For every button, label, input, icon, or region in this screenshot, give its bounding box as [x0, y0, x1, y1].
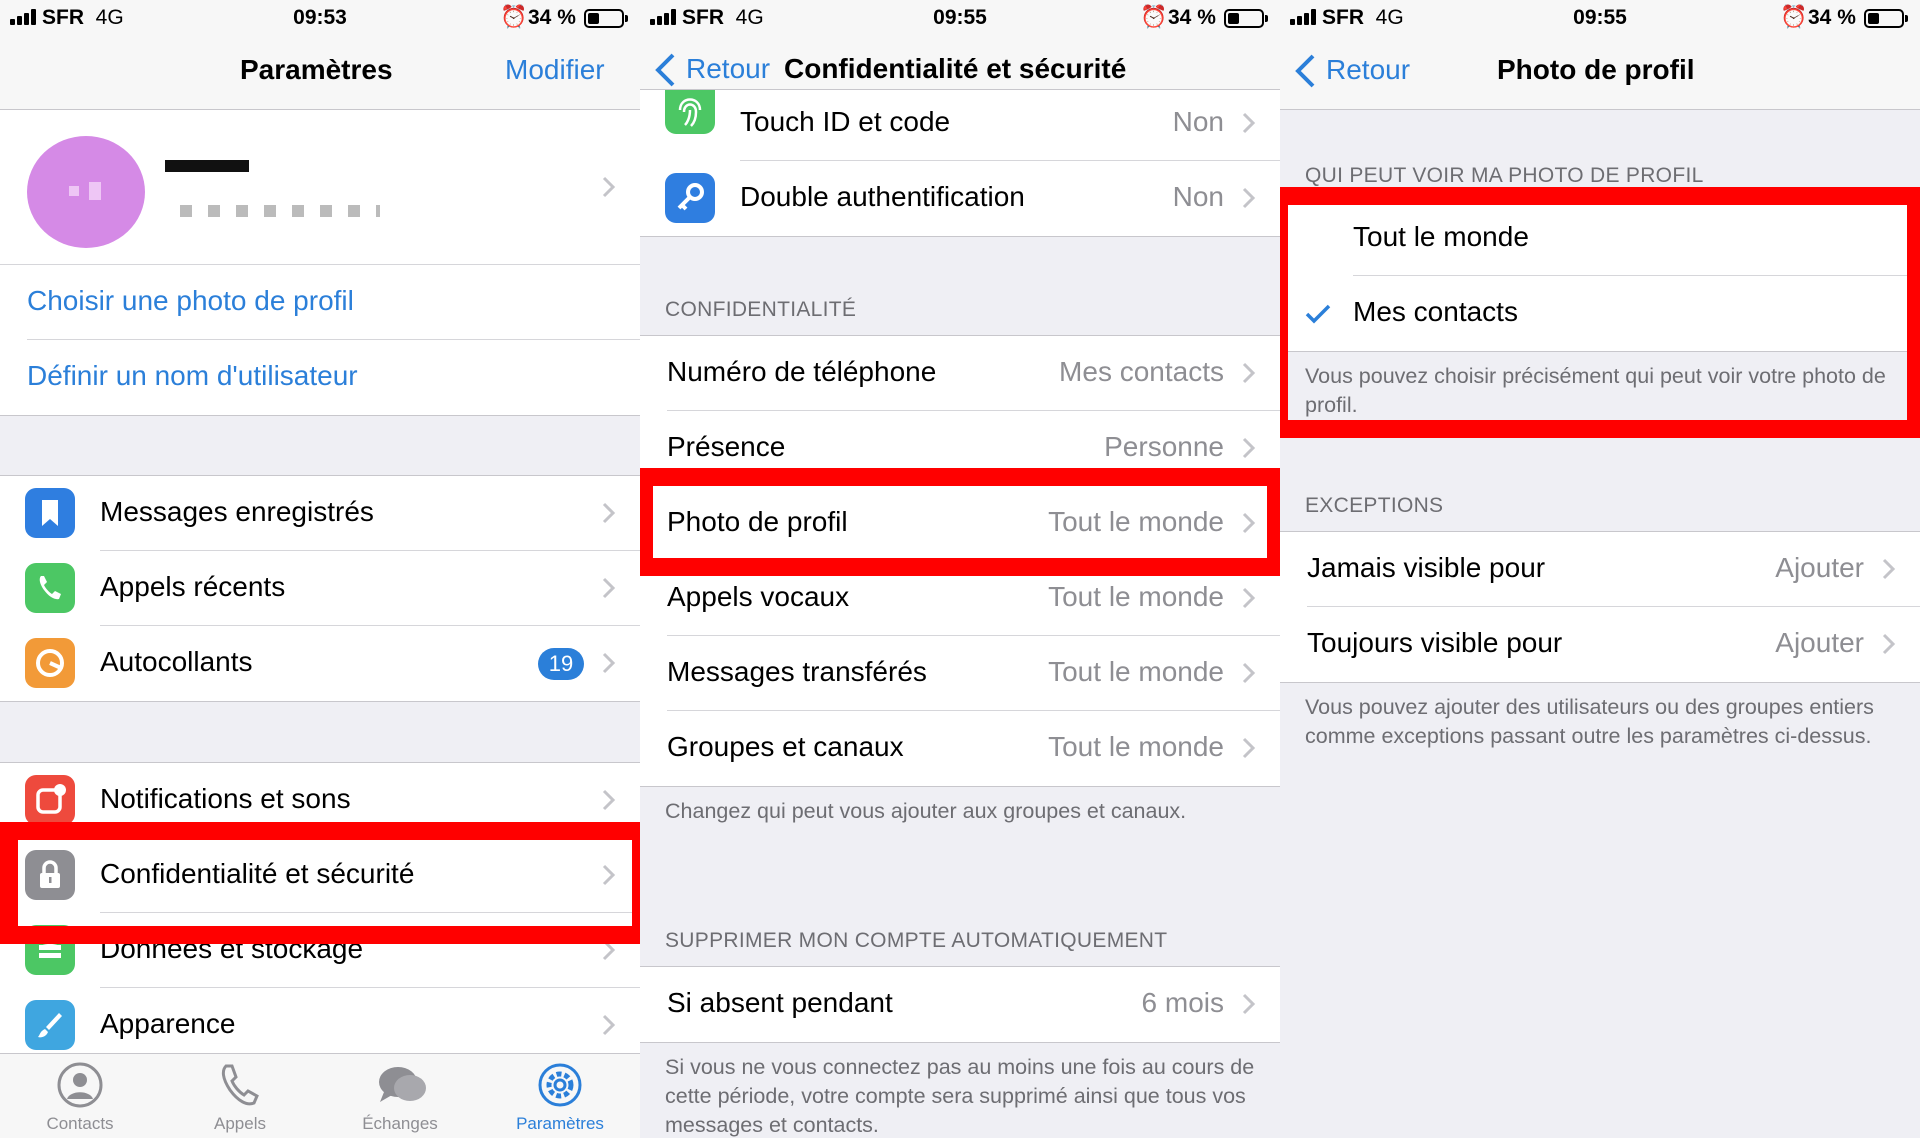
chevron-right-icon [1242, 587, 1256, 609]
tab-calls[interactable]: Appels [160, 1054, 320, 1138]
chevron-right-icon [1242, 187, 1256, 209]
chevron-right-icon [1242, 437, 1256, 459]
bookmark-icon [25, 488, 75, 538]
person-icon [57, 1062, 103, 1108]
choose-photo-link[interactable]: Choisir une photo de profil [0, 265, 640, 340]
section-header-delete-account: SUPPRIMER MON COMPTE AUTOMATIQUEMENT [665, 929, 1168, 952]
back-chevron-icon[interactable] [1294, 53, 1316, 89]
chevron-right-icon [602, 1014, 616, 1036]
chevron-right-icon [1242, 362, 1256, 384]
nav-bar: Retour Confidentialité et sécurité [640, 36, 1280, 90]
tab-chats[interactable]: Échanges [320, 1054, 480, 1138]
sidebar-item-stickers[interactable]: Autocollants 19 [0, 626, 640, 701]
profile-phone-redacted [180, 205, 380, 217]
status-bar: SFR 4G 09:55 ⏰ 34 % [640, 0, 1280, 36]
option-my-contacts[interactable]: Mes contacts [1280, 276, 1920, 351]
unread-badge: 19 [538, 648, 584, 680]
profile-photo-screen: SFR 4G 09:55 ⏰ 34 % Retour Photo de prof… [1280, 0, 1920, 1138]
groups-channels-row[interactable]: Groupes et canaux Tout le monde [640, 711, 1280, 786]
delete-account-footer: Si vous ne vous connectez pas au moins u… [665, 1055, 1255, 1137]
sticker-icon [25, 638, 75, 688]
battery-percent: 34 % [1808, 6, 1856, 29]
chevron-right-icon [602, 577, 616, 599]
fingerprint-icon [665, 90, 715, 134]
set-username-link[interactable]: Définir un nom d'utilisateur [0, 340, 640, 415]
battery-percent: 34 % [1168, 6, 1216, 29]
nav-bar: Retour Photo de profil [1280, 36, 1920, 110]
status-bar: SFR 4G 09:53 ⏰ 34 % [0, 0, 640, 36]
profile-photo-row[interactable]: Photo de profil Tout le monde [640, 486, 1280, 561]
alarm-icon: ⏰ [1140, 4, 1168, 29]
chevron-right-icon [602, 652, 616, 674]
chevron-right-icon [1882, 633, 1896, 655]
sidebar-item-data-storage[interactable]: Données et stockage [0, 913, 640, 988]
battery-icon [1224, 9, 1268, 28]
chevron-right-icon [1242, 112, 1256, 134]
section-header-privacy: CONFIDENTIALITÉ [665, 298, 857, 321]
notification-icon [25, 775, 75, 825]
profile-name-redacted [165, 160, 249, 172]
privacy-footer: Changez qui peut vous ajouter aux groupe… [665, 799, 1187, 823]
lock-icon [25, 850, 75, 900]
exceptions-footer: Vous pouvez ajouter des utilisateurs ou … [1305, 695, 1874, 748]
privacy-screen: Touch ID et code Non Double authentifica… [640, 0, 1280, 1138]
status-bar: SFR 4G 09:55 ⏰ 34 % [1280, 0, 1920, 36]
avatar [27, 136, 145, 248]
section-header-who-can-see: QUI PEUT VOIR MA PHOTO DE PROFIL [1305, 164, 1704, 187]
phone-icon [221, 1064, 259, 1106]
chevron-right-icon [1242, 662, 1256, 684]
option-everybody[interactable]: Tout le monde [1280, 201, 1920, 276]
section-header-exceptions: EXCEPTIONS [1305, 494, 1444, 517]
touch-id-row[interactable]: Touch ID et code Non [640, 90, 1280, 161]
last-seen-row[interactable]: Présence Personne [640, 411, 1280, 486]
nav-bar: Paramètres Modifier [0, 36, 640, 110]
chevron-right-icon [602, 502, 616, 524]
gear-icon [538, 1063, 582, 1107]
edit-button[interactable]: Modifier [505, 54, 605, 86]
page-title: Confidentialité et sécurité [784, 53, 1127, 84]
key-icon [665, 173, 715, 223]
tab-settings[interactable]: Paramètres [480, 1054, 640, 1138]
battery-percent: 34 % [528, 6, 576, 29]
sidebar-item-saved-messages[interactable]: Messages enregistrés [0, 476, 640, 551]
back-chevron-icon[interactable] [654, 52, 676, 88]
chevron-right-icon [1242, 993, 1256, 1015]
alarm-icon: ⏰ [500, 4, 528, 29]
always-share-with-row[interactable]: Toujours visible pour Ajouter [1280, 607, 1920, 682]
phone-number-row[interactable]: Numéro de téléphone Mes contacts [640, 336, 1280, 411]
page-title: Paramètres [240, 54, 393, 85]
settings-screen: SFR 4G 09:53 ⏰ 34 % Paramètres Modifier … [0, 0, 640, 1138]
profile-row[interactable] [0, 110, 640, 265]
back-button[interactable]: Retour [1326, 54, 1410, 86]
chevron-right-icon [1242, 512, 1256, 534]
database-icon [25, 925, 75, 975]
battery-icon [1864, 9, 1908, 28]
sidebar-item-notifications[interactable]: Notifications et sons [0, 763, 640, 838]
two-step-auth-row[interactable]: Double authentification Non [640, 161, 1280, 236]
tab-contacts[interactable]: Contacts [0, 1054, 160, 1138]
if-away-for-row[interactable]: Si absent pendant 6 mois [640, 967, 1280, 1042]
forwarded-messages-row[interactable]: Messages transférés Tout le monde [640, 636, 1280, 711]
phone-icon [25, 563, 75, 613]
chevron-right-icon [1242, 737, 1256, 759]
checkmark-icon [1305, 304, 1331, 324]
chevron-right-icon [602, 864, 616, 886]
back-button[interactable]: Retour [686, 53, 770, 85]
voice-calls-row[interactable]: Appels vocaux Tout le monde [640, 561, 1280, 636]
sidebar-item-privacy-security[interactable]: Confidentialité et sécurité [0, 838, 640, 913]
sidebar-item-appearance[interactable]: Apparence [0, 988, 640, 1063]
battery-icon [584, 9, 628, 28]
sidebar-item-recent-calls[interactable]: Appels récents [0, 551, 640, 626]
chevron-right-icon [602, 789, 616, 811]
never-share-with-row[interactable]: Jamais visible pour Ajouter [1280, 532, 1920, 607]
who-can-see-footer: Vous pouvez choisir précisément qui peut… [1305, 364, 1886, 417]
chevron-right-icon [602, 939, 616, 961]
chevron-right-icon [602, 176, 616, 198]
chevron-right-icon [1882, 558, 1896, 580]
chat-bubbles-icon [379, 1067, 426, 1102]
brush-icon [25, 1000, 75, 1050]
tab-bar: Contacts Appels Échanges Paramètres [0, 1053, 640, 1138]
page-title: Photo de profil [1497, 54, 1695, 85]
alarm-icon: ⏰ [1780, 4, 1808, 29]
